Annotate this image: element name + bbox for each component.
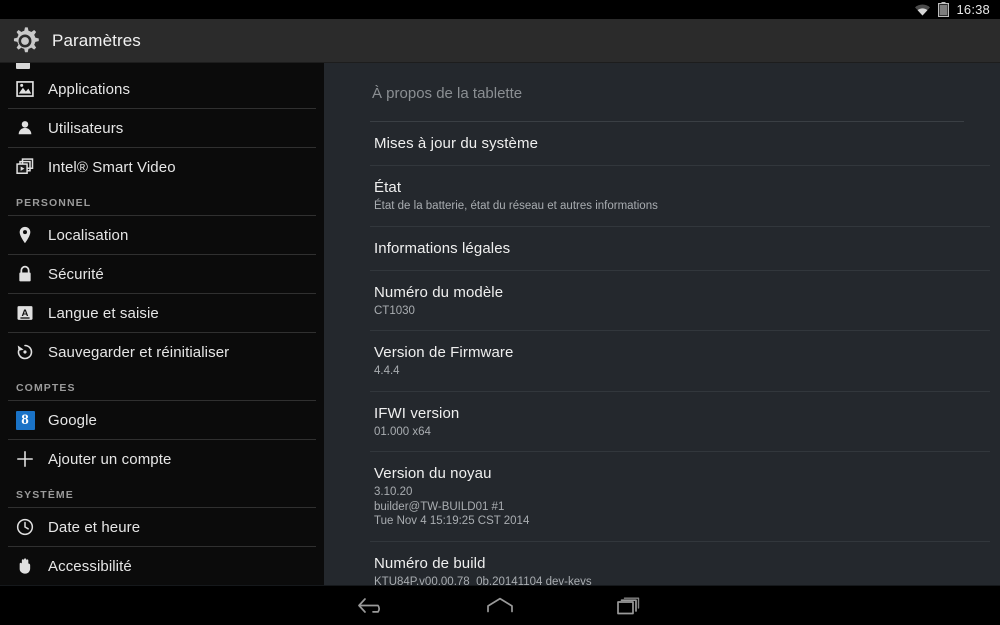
preference-title: Version du noyau	[374, 465, 492, 482]
preference-item[interactable]: Version de Firmware 4.4.4	[324, 331, 1000, 391]
sidebar-item-list[interactable]: Applications Utilisateurs Intel® Smart Vid…	[0, 70, 324, 585]
sidebar-item-label: Ajouter un compte	[48, 450, 172, 468]
home-button[interactable]	[471, 589, 529, 623]
applications-icon	[16, 81, 34, 97]
detail-panel: À propos de la tablette Mises à jour du …	[324, 63, 1000, 585]
sidebar-section-header: SYSTÈME	[16, 489, 74, 501]
plus-icon	[17, 451, 33, 467]
user-icon	[18, 121, 32, 135]
sidebar-section-header: PERSONNEL	[16, 197, 92, 209]
page-title: Paramètres	[52, 30, 141, 50]
preference-summary-line: 4.4.4	[374, 365, 400, 377]
preference-title: Numéro de build	[374, 554, 486, 572]
preference-item[interactable]: Mises à jour du système	[324, 122, 1000, 165]
detail-panel-header: À propos de la tablette	[372, 85, 523, 102]
settings-gear-icon	[13, 26, 39, 52]
plus-icon	[14, 448, 36, 470]
sidebar-item-utilisateurs[interactable]: Utilisateurs	[0, 109, 324, 147]
sidebar-item-label: Utilisateurs	[48, 119, 124, 137]
sidebar-item-intel-smart-video[interactable]: Intel® Smart Video	[0, 148, 324, 186]
sidebar-item-label: Intel® Smart Video	[48, 158, 176, 176]
sidebar-item-label: Applications	[48, 80, 131, 98]
sidebar-item-localisation[interactable]: Localisation	[0, 216, 324, 254]
keyboard-a-icon: A	[17, 306, 33, 320]
sidebar-item-label: Sauvegarder et réinitialiser	[48, 343, 230, 361]
preference-title: IFWI version	[374, 404, 460, 422]
sidebar-item-date-et-heure[interactable]: Date et heure	[0, 508, 324, 546]
location-pin-icon	[19, 226, 31, 244]
battery-icon	[938, 2, 950, 17]
preference-item[interactable]: Numéro de build KTU84P.v00.00.78_0b.20141…	[324, 542, 1000, 586]
sidebar-scrolled-partial-row	[0, 63, 324, 70]
status-bar: 16:38	[0, 0, 1000, 19]
back-icon	[358, 597, 380, 613]
preference-title: État	[374, 179, 402, 196]
lock-icon	[14, 263, 36, 285]
system-navigation-bar[interactable]	[0, 585, 1000, 625]
sidebar-item-applications[interactable]: Applications	[0, 70, 324, 108]
sidebar-item-ajouter-un-compte[interactable]: Ajouter un compte	[0, 440, 324, 478]
preference-title: Version de Firmware	[374, 344, 514, 361]
partial-icon	[16, 63, 30, 69]
sidebar-item-label: Sécurité	[48, 265, 104, 283]
applications-icon	[14, 78, 36, 100]
clock-icon	[14, 516, 36, 538]
preference-summary-line: builder@TW-BUILD01 #1	[374, 500, 505, 513]
android-settings-screen: 16:38 Paramètres Applications Utilisateur…	[0, 0, 1000, 625]
recents-icon	[617, 597, 640, 614]
sidebar-item-label: Google	[48, 411, 97, 429]
recents-button[interactable]	[599, 589, 657, 623]
home-icon	[487, 597, 513, 612]
back-button[interactable]	[343, 589, 401, 623]
sidebar-item-langue-et-saisie[interactable]: A Langue et saisie	[0, 294, 324, 332]
wifi-icon	[915, 4, 931, 16]
google-icon: 8	[15, 410, 35, 430]
preference-item[interactable]: IFWI version 01.000 x64	[324, 392, 1000, 452]
settings-sidebar[interactable]: Applications Utilisateurs Intel® Smart Vid…	[0, 63, 324, 585]
status-bar-clock: 16:38	[956, 2, 990, 17]
status-bar-icons: 16:38	[914, 2, 990, 17]
preference-summary-line: CT1030	[374, 304, 415, 317]
video-windows-icon	[16, 158, 34, 174]
hand-icon	[19, 558, 31, 574]
sidebar-item-securite[interactable]: Sécurité	[0, 255, 324, 293]
preference-item[interactable]: Numéro du modèle CT1030	[324, 271, 1000, 331]
keyboard-a-icon: A	[14, 302, 36, 324]
sidebar-item-label: Localisation	[48, 226, 129, 244]
video-windows-icon	[14, 156, 36, 178]
sidebar-item-sauvegarder-et-reinitialiser[interactable]: Sauvegarder et réinitialiser	[0, 333, 324, 371]
sidebar-item-label: Langue et saisie	[48, 304, 159, 322]
google-icon: 8	[14, 409, 36, 431]
user-icon	[14, 117, 36, 139]
clock-icon	[16, 518, 34, 536]
action-bar: Paramètres	[0, 19, 1000, 63]
sidebar-item-label: Date et heure	[48, 518, 141, 536]
preference-summary-line: 01.000 x64	[374, 425, 431, 438]
sidebar-item-accessibilite[interactable]: Accessibilité	[0, 547, 324, 585]
preference-list[interactable]: Mises à jour du système État État de la ba…	[324, 122, 1000, 585]
preference-title: Informations légales	[374, 239, 511, 257]
backup-restore-icon	[17, 344, 33, 360]
preference-title: Numéro du modèle	[374, 283, 504, 301]
backup-restore-icon	[14, 341, 36, 363]
preference-summary-line: État de la batterie, état du réseau et a…	[374, 200, 658, 212]
hand-icon	[14, 555, 36, 577]
preference-item[interactable]: Version du noyau 3.10.20 builder@TW-BUILD0…	[324, 452, 1000, 541]
sidebar-item-label: Accessibilité	[48, 557, 132, 575]
preference-summary-line: 3.10.20	[374, 486, 413, 498]
sidebar-section-header: COMPTES	[16, 382, 76, 394]
lock-icon	[19, 265, 31, 282]
preference-summary-line: KTU84P.v00.00.78_0b.20141104 dev-keys	[374, 575, 592, 586]
preference-item[interactable]: État État de la batterie, état du réseau …	[324, 166, 1000, 226]
location-pin-icon	[14, 224, 36, 246]
preference-item[interactable]: Informations légales	[324, 227, 1000, 270]
preference-title: Mises à jour du système	[374, 135, 539, 152]
preference-summary-line: Tue Nov 4 15:19:25 CST 2014	[374, 515, 530, 527]
sidebar-item-google[interactable]: 8 Google	[0, 401, 324, 439]
